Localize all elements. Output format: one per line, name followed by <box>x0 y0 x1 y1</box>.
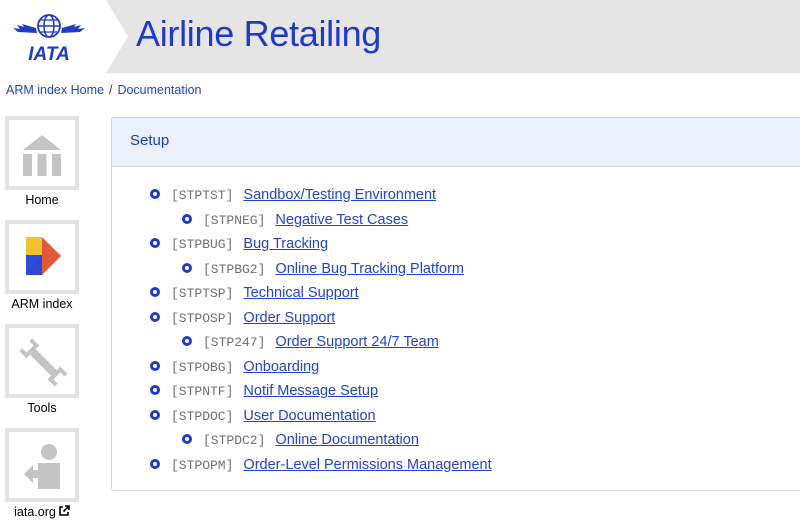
list-item: [STPTSP] Technical Support <box>112 284 800 309</box>
list-item: [STPOPM] Order-Level Permissions Manageme… <box>112 456 800 481</box>
list-item: [STPOSP] Order Support <box>112 309 800 334</box>
bullet-icon <box>182 336 192 346</box>
external-link-icon <box>59 505 70 516</box>
item-link[interactable]: Bug Tracking <box>243 236 328 252</box>
iata-org-text[interactable]: iata.org <box>14 505 56 519</box>
bullet-icon <box>182 434 192 444</box>
nav-item-home[interactable]: Home <box>5 116 79 207</box>
bullet-icon <box>150 360 160 371</box>
list-item: [STPBG2] Online Bug Tracking Platform <box>112 260 800 285</box>
iata-logo-icon: IATA <box>13 14 85 65</box>
list-item: [STPDOC] User Documentation <box>112 407 800 432</box>
app-header: IATA Airline Retailing <box>0 0 800 73</box>
bullet-icon <box>150 409 160 420</box>
app-title: Airline Retailing <box>136 13 382 54</box>
item-link[interactable]: Order Support <box>243 310 335 326</box>
item-code: [STPOSP] <box>171 310 234 326</box>
item-code: [STPDOC] <box>171 408 234 424</box>
item-code: [STPTSP] <box>171 286 234 301</box>
item-link[interactable]: Notif Message Setup <box>243 383 378 399</box>
item-code: [STPTST] <box>171 188 234 203</box>
item-link[interactable]: Technical Support <box>243 285 358 301</box>
panel-title: Setup <box>112 118 800 167</box>
item-link[interactable]: Online Bug Tracking Platform <box>275 261 464 277</box>
list-item: [STPNEG] Negative Test Cases <box>112 211 800 236</box>
item-code: [STP247] <box>203 335 266 350</box>
wrench-icon <box>19 338 68 387</box>
list-item: [STPNTF] Notif Message Setup <box>112 382 800 407</box>
bullet-icon <box>150 189 160 199</box>
iata-org-icon <box>24 444 60 489</box>
nav-label-iata-org[interactable]: iata.org <box>5 505 79 519</box>
home-icon <box>23 135 61 176</box>
bullet-icon <box>182 213 192 224</box>
tools-tile[interactable] <box>5 324 79 398</box>
logo-text: IATA <box>28 44 70 65</box>
iata-logo[interactable]: IATA <box>0 0 98 73</box>
bullet-icon <box>150 385 160 395</box>
list-item: [STPDC2] Online Documentation <box>112 431 800 456</box>
item-link[interactable]: User Documentation <box>243 408 375 424</box>
item-link[interactable]: Sandbox/Testing Environment <box>243 187 436 203</box>
nav-item-iata-org[interactable]: iata.org <box>5 428 79 519</box>
bullet-icon <box>150 238 160 248</box>
item-link[interactable]: Order-Level Permissions Management <box>243 457 491 473</box>
item-code: [STPOPM] <box>171 457 234 473</box>
item-link[interactable]: Negative Test Cases <box>275 212 408 228</box>
bullet-icon <box>150 311 160 322</box>
list-item: [STPTST] Sandbox/Testing Environment <box>112 186 800 211</box>
bullet-icon <box>182 262 192 273</box>
list-item: [STP247] Order Support 24/7 Team <box>112 333 800 358</box>
arm-index-icon <box>26 237 61 275</box>
item-code: [STPNEG] <box>203 212 266 228</box>
item-code: [STPBG2] <box>203 261 266 277</box>
item-link[interactable]: Online Documentation <box>275 432 418 448</box>
breadcrumb-home-link[interactable]: ARM index Home <box>6 83 104 97</box>
breadcrumb-separator: / <box>108 83 113 97</box>
iata-org-tile[interactable] <box>5 428 79 502</box>
nav-label-arm-index[interactable]: ARM index <box>5 297 79 311</box>
item-code: [STPOBG] <box>171 359 234 375</box>
list-item: [STPOBG] Onboarding <box>112 358 800 383</box>
item-code: [STPBUG] <box>171 237 234 252</box>
setup-list: [STPTST] Sandbox/Testing Environment [STPN… <box>112 186 800 480</box>
nav-label-home[interactable]: Home <box>5 193 79 207</box>
breadcrumb-current-link[interactable]: Documentation <box>117 83 201 97</box>
home-tile[interactable] <box>5 116 79 190</box>
nav-label-tools[interactable]: Tools <box>5 401 79 415</box>
item-link[interactable]: Order Support 24/7 Team <box>275 334 438 350</box>
bullet-icon <box>150 458 160 469</box>
breadcrumb: ARM index Home / Documentation <box>6 83 202 97</box>
nav-item-arm-index[interactable]: ARM index <box>5 220 79 311</box>
nav-item-tools[interactable]: Tools <box>5 324 79 415</box>
header-chevron-decoration <box>98 0 128 73</box>
item-code: [STPDC2] <box>203 433 266 448</box>
item-link[interactable]: Onboarding <box>243 359 319 375</box>
setup-panel: Setup [STPTST] Sandbox/Testing Environmen… <box>111 117 800 491</box>
item-code: [STPNTF] <box>171 384 234 399</box>
arm-index-tile[interactable] <box>5 220 79 294</box>
bullet-icon <box>150 287 160 297</box>
list-item: [STPBUG] Bug Tracking <box>112 235 800 260</box>
